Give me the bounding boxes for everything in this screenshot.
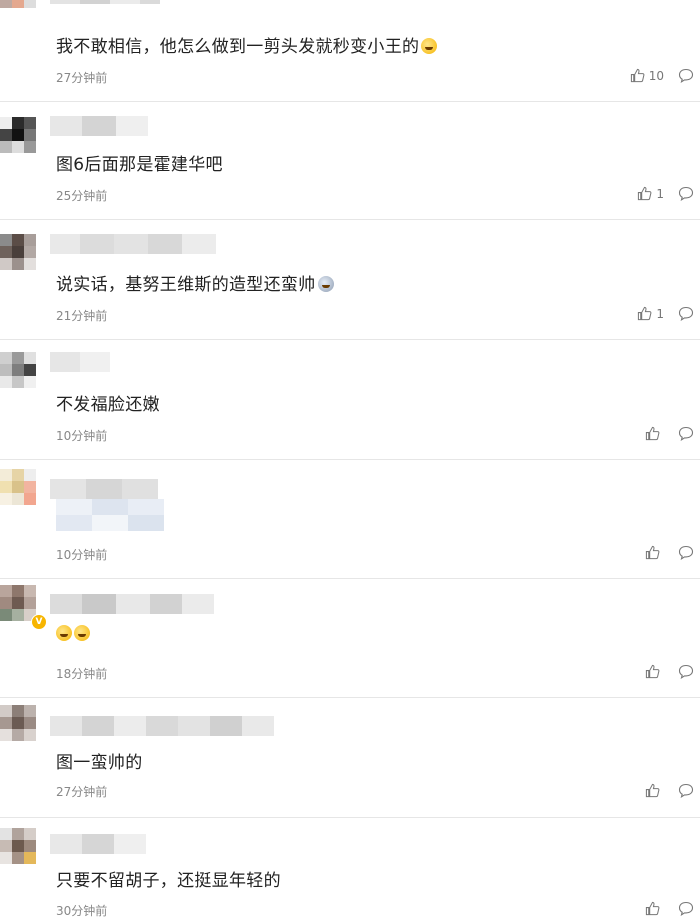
comment-bubble-icon xyxy=(678,545,694,560)
avatar[interactable] xyxy=(0,828,46,874)
like-button[interactable]: 10 xyxy=(630,68,664,83)
avatar[interactable] xyxy=(0,469,46,515)
reply-button[interactable] xyxy=(678,306,694,321)
thumbs-up-icon xyxy=(630,68,645,83)
reply-button[interactable] xyxy=(678,426,694,441)
avatar[interactable] xyxy=(0,705,46,751)
like-button[interactable] xyxy=(645,664,664,679)
comment-item: 10分钟前 xyxy=(0,461,700,579)
comment-bubble-icon xyxy=(678,664,694,679)
comment-time: 27分钟前 xyxy=(56,71,108,85)
thumbs-up-icon xyxy=(645,426,660,441)
comment-text: 只要不留胡子，还挺显年轻的 xyxy=(56,866,281,891)
comment-bubble-icon xyxy=(678,901,694,916)
laugh-emoji-icon xyxy=(421,38,438,54)
comment-text-blurred xyxy=(56,499,164,531)
laugh-emoji-icon xyxy=(74,625,90,641)
comment-text: 图一蛮帅的 xyxy=(56,748,143,773)
comment-item: 说实话，基努王维斯的造型还蛮帅 21分钟前 1 xyxy=(0,222,700,340)
like-count: 1 xyxy=(656,186,664,201)
comment-body: 图一蛮帅的 xyxy=(56,753,143,773)
comment-bubble-icon xyxy=(678,426,694,441)
thumbs-up-icon xyxy=(645,783,660,798)
comment-bubble-icon xyxy=(678,783,694,798)
username-blurred[interactable] xyxy=(50,116,148,136)
comment-body: 不发福脸还嫩 xyxy=(56,395,160,415)
like-button[interactable] xyxy=(645,901,664,916)
comment-bubble-icon xyxy=(678,68,694,83)
like-button[interactable] xyxy=(645,783,664,798)
comment-text: 图6后面那是霍建华吧 xyxy=(56,150,223,175)
avatar[interactable] xyxy=(0,117,46,163)
like-count: 1 xyxy=(656,306,664,321)
like-button[interactable] xyxy=(645,545,664,560)
avatar[interactable] xyxy=(0,0,46,30)
comment-item: V 18分钟前 xyxy=(0,580,700,698)
thumbs-up-icon xyxy=(645,545,660,560)
thumbs-up-icon xyxy=(645,901,660,916)
comment-time: 21分钟前 xyxy=(56,309,108,323)
comment-text: 不发福脸还嫩 xyxy=(56,390,160,415)
username-blurred[interactable] xyxy=(50,352,110,372)
reply-button[interactable] xyxy=(678,68,694,83)
comment-body: 图6后面那是霍建华吧 xyxy=(56,155,223,175)
thumbs-up-icon xyxy=(638,306,652,321)
comment-body: 我不敢相信，他怎么做到一剪头发就秒变小王的 xyxy=(56,37,420,57)
comment-bubble-icon xyxy=(678,306,694,321)
reply-button[interactable] xyxy=(678,783,694,798)
avatar[interactable] xyxy=(0,234,46,280)
reply-button[interactable] xyxy=(678,664,694,679)
username-blurred[interactable] xyxy=(50,716,274,736)
reply-button[interactable] xyxy=(678,545,694,560)
like-button[interactable]: 1 xyxy=(637,306,664,321)
like-button[interactable] xyxy=(645,426,664,441)
comment-item: 我不敢相信，他怎么做到一剪头发就秒变小王的 27分钟前 10 xyxy=(0,0,700,102)
comment-text: 说实话，基努王维斯的造型还蛮帅 xyxy=(56,270,334,295)
like-button[interactable]: 1 xyxy=(637,186,664,201)
comment-item: 不发福脸还嫩 10分钟前 xyxy=(0,342,700,460)
comment-item: 只要不留胡子，还挺显年轻的 30分钟前 xyxy=(0,818,700,920)
comment-item: 图一蛮帅的 27分钟前 xyxy=(0,700,700,818)
reply-button[interactable] xyxy=(678,186,694,201)
thumbs-up-icon xyxy=(645,664,660,679)
verified-badge-icon: V xyxy=(31,614,47,630)
laugh-emoji-icon xyxy=(56,625,72,641)
avatar[interactable] xyxy=(0,352,46,398)
comment-time: 25分钟前 xyxy=(56,189,108,203)
like-count: 10 xyxy=(648,68,664,83)
username-blurred[interactable] xyxy=(50,834,146,854)
comment-text: 我不敢相信，他怎么做到一剪头发就秒变小王的 xyxy=(56,32,438,57)
username-blurred[interactable] xyxy=(50,479,158,499)
username-blurred[interactable] xyxy=(50,0,160,4)
comment-bubble-icon xyxy=(678,186,694,201)
thumbs-up-icon xyxy=(638,186,652,201)
comment-time: 30分钟前 xyxy=(56,904,108,918)
comment-item: 图6后面那是霍建华吧 25分钟前 1 xyxy=(0,102,700,220)
comment-time: 10分钟前 xyxy=(56,548,108,562)
comment-body: 只要不留胡子，还挺显年轻的 xyxy=(56,871,281,891)
face-emoji-icon xyxy=(317,276,334,292)
reply-button[interactable] xyxy=(678,901,694,916)
comment-time: 27分钟前 xyxy=(56,785,108,799)
comment-time: 18分钟前 xyxy=(56,667,108,681)
username-blurred[interactable] xyxy=(50,594,214,614)
comment-body: 说实话，基努王维斯的造型还蛮帅 xyxy=(56,275,316,295)
username-blurred[interactable] xyxy=(50,234,216,254)
comment-time: 10分钟前 xyxy=(56,429,108,443)
comment-text xyxy=(56,624,90,644)
